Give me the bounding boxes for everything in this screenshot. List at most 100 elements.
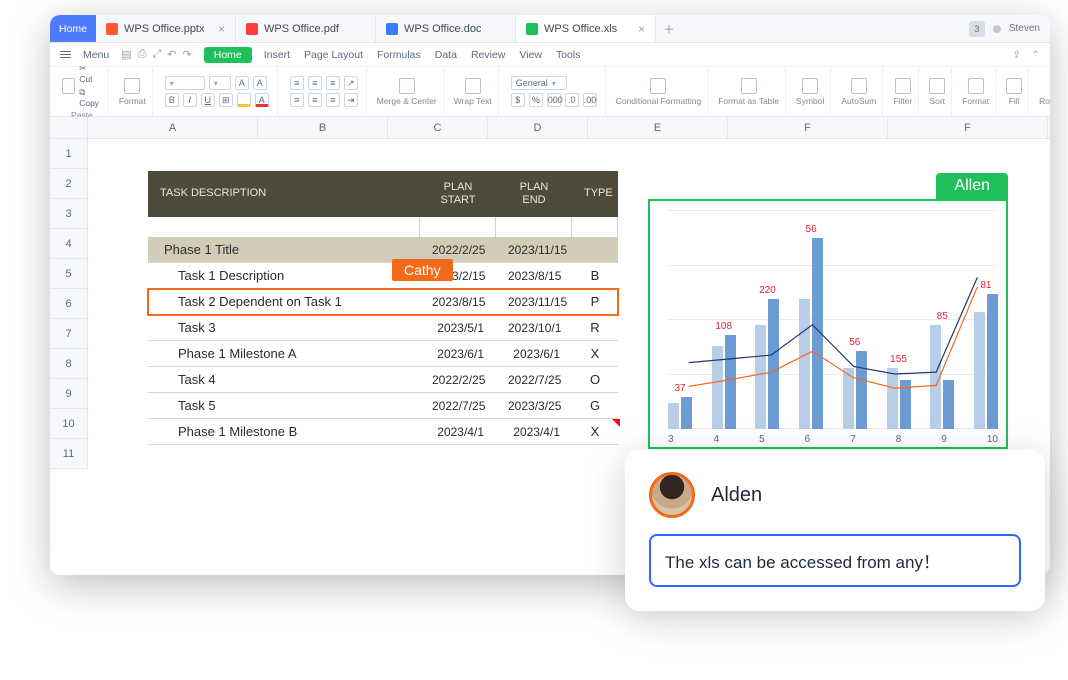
align-center-icon[interactable]: ≡ xyxy=(308,93,322,107)
cell-type[interactable]: R xyxy=(572,320,618,335)
copy-button[interactable]: ⧉ Copy xyxy=(79,87,102,108)
undo-icon[interactable]: ↶ xyxy=(167,48,176,61)
row-header[interactable]: 9 xyxy=(50,379,88,409)
format-cells-group[interactable]: Format xyxy=(956,67,996,116)
column-header[interactable]: F xyxy=(888,117,1048,138)
new-tab-button[interactable]: ＋ xyxy=(656,15,682,42)
cell-description[interactable]: Task 2 Dependent on Task 1 xyxy=(148,294,420,309)
cell-plan-start[interactable]: 2022/2/25 xyxy=(420,373,496,387)
column-header[interactable]: B xyxy=(258,117,388,138)
select-all-corner[interactable] xyxy=(50,117,88,138)
table-row[interactable]: Task 1 Description 2023/2/15 2023/8/15 B xyxy=(148,263,618,289)
row-header[interactable]: 6 xyxy=(50,289,88,319)
menu-label[interactable]: Menu xyxy=(83,49,109,61)
paste-icon[interactable] xyxy=(62,78,75,94)
format-painter-icon[interactable] xyxy=(124,78,140,94)
currency-icon[interactable]: $ xyxy=(511,93,525,107)
hamburger-icon[interactable] xyxy=(60,51,71,59)
user-avatar-icon[interactable] xyxy=(993,25,1001,33)
wrap-group[interactable]: Wrap Text xyxy=(448,67,499,116)
fill-color-button[interactable] xyxy=(237,93,251,107)
cell-type[interactable]: X xyxy=(572,346,618,361)
save-icon[interactable]: ▤ xyxy=(121,48,131,61)
cut-button[interactable]: ✂ Cut xyxy=(79,63,102,84)
border-button[interactable]: ⊞ xyxy=(219,93,233,107)
cell-plan-end[interactable]: 2023/11/15 xyxy=(496,243,572,257)
cell-plan-end[interactable]: 2022/7/25 xyxy=(496,373,572,387)
sort-group[interactable]: Sort xyxy=(923,67,952,116)
increase-decimal-icon[interactable]: .00 xyxy=(583,93,597,107)
cell-plan-end[interactable]: 2023/8/15 xyxy=(496,269,572,283)
cell-type[interactable]: B xyxy=(572,268,618,283)
close-tab-icon[interactable]: × xyxy=(218,22,225,36)
notification-badge[interactable]: 3 xyxy=(969,21,985,37)
share-icon[interactable]: ⇪ xyxy=(1012,49,1021,61)
ribbon-tab[interactable]: View xyxy=(519,49,542,61)
font-family-select[interactable] xyxy=(165,76,205,90)
cell-type[interactable]: O xyxy=(572,372,618,387)
column-header[interactable]: D xyxy=(488,117,588,138)
rows-cols-group[interactable]: Rows and Columns xyxy=(1033,67,1050,116)
cell-plan-end[interactable]: 2023/3/25 xyxy=(496,399,572,413)
cell-description[interactable]: Task 5 xyxy=(148,398,420,413)
increase-font-icon[interactable]: A xyxy=(235,76,249,90)
row-header[interactable]: 8 xyxy=(50,349,88,379)
format-table-group[interactable]: Format as Table xyxy=(712,67,786,116)
filter-group[interactable]: Filter xyxy=(887,67,919,116)
ribbon-tab[interactable]: Tools xyxy=(556,49,581,61)
comment-text-input[interactable]: The xls can be accessed from any！ xyxy=(649,534,1021,587)
font-size-select[interactable] xyxy=(209,76,231,90)
column-header[interactable]: C xyxy=(388,117,488,138)
cell-plan-start[interactable]: 2023/6/1 xyxy=(420,347,496,361)
row-header[interactable]: 1 xyxy=(50,139,88,169)
ribbon-tab-home[interactable]: Home xyxy=(204,47,252,63)
cell-plan-end[interactable]: 2023/11/15 xyxy=(496,295,572,309)
table-row[interactable]: Phase 1 Milestone A 2023/6/1 2023/6/1 X xyxy=(148,341,618,367)
cell-plan-end[interactable]: 2023/6/1 xyxy=(496,347,572,361)
align-middle-icon[interactable]: ≡ xyxy=(308,76,322,90)
merge-group[interactable]: Merge & Center xyxy=(371,67,444,116)
row-header[interactable]: 10 xyxy=(50,409,88,439)
ribbon-tab[interactable]: Insert xyxy=(264,49,290,61)
fill-group[interactable]: Fill xyxy=(1000,67,1029,116)
align-top-icon[interactable]: ≡ xyxy=(290,76,304,90)
table-row[interactable]: Task 5 2022/7/25 2023/3/25 G xyxy=(148,393,618,419)
percent-icon[interactable]: % xyxy=(529,93,543,107)
cell-plan-start[interactable]: 2023/5/1 xyxy=(420,321,496,335)
cell-plan-start[interactable]: 2023/4/1 xyxy=(420,425,496,439)
comma-icon[interactable]: 000 xyxy=(547,93,561,107)
ribbon-tab[interactable]: Page Layout xyxy=(304,49,363,61)
format-painter-group[interactable]: Format xyxy=(113,67,153,116)
bold-button[interactable]: B xyxy=(165,93,179,107)
preview-icon[interactable]: ⤢ xyxy=(152,48,161,61)
number-format-select[interactable]: General xyxy=(511,76,567,90)
align-right-icon[interactable]: ≡ xyxy=(326,93,340,107)
table-row[interactable]: Phase 1 Milestone B 2023/4/1 2023/4/1 X xyxy=(148,419,618,445)
cell-type[interactable]: P xyxy=(572,294,618,309)
table-row[interactable]: Phase 1 Title 2022/2/25 2023/11/15 xyxy=(148,237,618,263)
table-row[interactable]: Task 3 2023/5/1 2023/10/1 R xyxy=(148,315,618,341)
cell-description[interactable]: Phase 1 Title xyxy=(148,242,420,257)
cell-description[interactable]: Task 3 xyxy=(148,320,420,335)
ribbon-tab[interactable]: Data xyxy=(435,49,457,61)
cell-description[interactable]: Phase 1 Milestone A xyxy=(148,346,420,361)
cell-plan-end[interactable]: 2023/10/1 xyxy=(496,321,572,335)
cell-plan-start[interactable]: 2022/7/25 xyxy=(420,399,496,413)
ribbon-tab[interactable]: Formulas xyxy=(377,49,421,61)
table-row[interactable]: Task 2 Dependent on Task 1 2023/8/15 202… xyxy=(148,289,618,315)
embedded-chart[interactable]: Allen 3710822056561558581345678910 xyxy=(648,199,1008,449)
cell-description[interactable]: Phase 1 Milestone B xyxy=(148,424,420,439)
merge-icon[interactable] xyxy=(399,78,415,94)
comment-indicator-icon[interactable] xyxy=(612,419,620,427)
document-tab[interactable]: WPS Office.xls× xyxy=(516,15,656,42)
orientation-icon[interactable]: ↗ xyxy=(344,76,358,90)
cell-plan-end[interactable]: 2023/4/1 xyxy=(496,425,572,439)
align-bottom-icon[interactable]: ≡ xyxy=(326,76,340,90)
row-header[interactable]: 7 xyxy=(50,319,88,349)
row-header[interactable]: 5 xyxy=(50,259,88,289)
document-tab[interactable]: WPS Office.doc xyxy=(376,15,516,42)
table-row[interactable]: Task 4 2022/2/25 2022/7/25 O xyxy=(148,367,618,393)
home-button[interactable]: Home xyxy=(50,15,96,42)
column-header[interactable]: E xyxy=(588,117,728,138)
symbol-group[interactable]: Symbol xyxy=(790,67,831,116)
